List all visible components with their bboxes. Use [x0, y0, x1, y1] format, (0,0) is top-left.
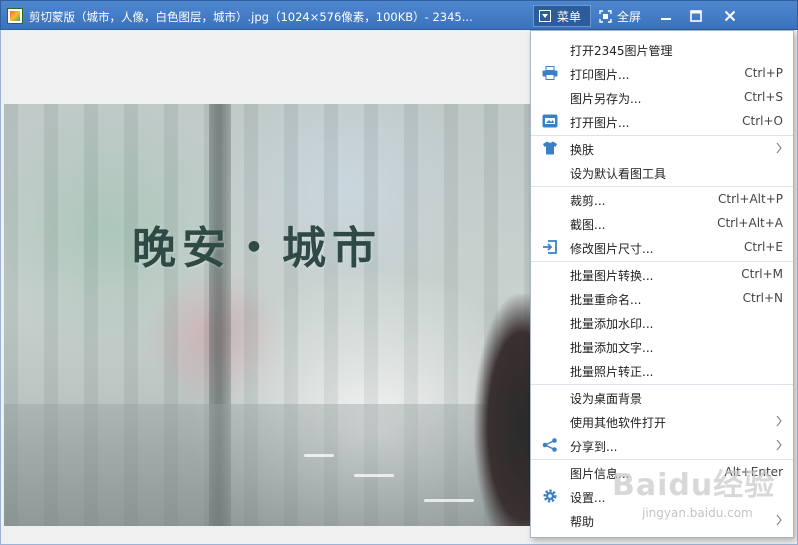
menu-item-open-image[interactable]: 打开图片... Ctrl+O — [531, 110, 793, 132]
gear-icon — [541, 488, 559, 504]
resize-icon — [541, 239, 559, 255]
menu-item-label: 批量添加文字... — [570, 341, 654, 355]
tshirt-icon — [541, 140, 559, 156]
menu-item-batch-rename[interactable]: 批量重命名... Ctrl+N — [531, 287, 793, 309]
menu-item-label: 打开图片... — [570, 116, 630, 130]
displayed-photo: 晚安・城市 — [4, 104, 532, 526]
menu-item-share[interactable]: 分享到... — [531, 434, 793, 456]
menu-item-label: 批量重命名... — [570, 293, 642, 307]
menu-item-open-manager[interactable]: 打开2345图片管理 — [531, 38, 793, 60]
menu-item-shortcut: Ctrl+P — [744, 66, 783, 80]
menu-item-label: 分享到... — [570, 440, 618, 454]
minimize-button[interactable] — [651, 5, 681, 27]
menu-item-label: 设置... — [570, 491, 606, 505]
menu-item-label: 截图... — [570, 218, 606, 232]
printer-icon — [541, 65, 559, 81]
menu-button-label: 菜单 — [557, 9, 582, 24]
menu-item-resize[interactable]: 修改图片尺寸... Ctrl+E — [531, 236, 793, 258]
photo-hand-silhouette — [474, 294, 532, 526]
menu-item-shortcut: Ctrl+E — [744, 240, 783, 254]
app-icon — [7, 8, 23, 24]
menu-item-print[interactable]: 打印图片... Ctrl+P — [531, 62, 793, 84]
menu-item-label: 批量添加水印... — [570, 317, 654, 331]
fullscreen-button-label: 全屏 — [617, 9, 642, 24]
menu-separator — [531, 459, 793, 460]
menu-item-label: 打开2345图片管理 — [570, 44, 673, 58]
minimize-icon — [661, 18, 671, 20]
close-icon — [724, 10, 736, 22]
menu-item-skin[interactable]: 换肤 — [531, 137, 793, 159]
menu-item-label: 图片另存为... — [570, 92, 642, 106]
title-bar[interactable]: 剪切蒙版（城市，人像，白色图层，城市）.jpg（1024×576像素，100KB… — [0, 0, 798, 30]
menu-item-image-info[interactable]: 图片信息... Alt+Enter — [531, 461, 793, 483]
light-streak — [424, 499, 474, 502]
submenu-arrow-icon — [776, 142, 782, 154]
photo-overlay-text: 晚安・城市 — [132, 223, 382, 274]
menu-item-save-as[interactable]: 图片另存为... Ctrl+S — [531, 86, 793, 108]
menu-separator — [531, 384, 793, 385]
menu-item-shortcut: Ctrl+N — [742, 291, 783, 305]
menu-item-shortcut: Ctrl+M — [741, 267, 783, 281]
menu-item-screenshot[interactable]: 截图... Ctrl+Alt+A — [531, 212, 793, 234]
menu-item-label: 批量图片转换... — [570, 269, 654, 283]
menu-item-shortcut: Ctrl+S — [743, 90, 783, 104]
menu-item-settings[interactable]: 设置... — [531, 485, 793, 507]
menu-item-label: 设为桌面背景 — [570, 392, 643, 406]
submenu-arrow-icon — [776, 514, 782, 526]
menu-item-open-with[interactable]: 使用其他软件打开 — [531, 410, 793, 432]
menu-item-label: 使用其他软件打开 — [570, 416, 667, 430]
share-icon — [541, 437, 559, 453]
menu-item-batch-rotate[interactable]: 批量照片转正... — [531, 359, 793, 381]
menu-item-crop[interactable]: 裁剪... Ctrl+Alt+P — [531, 188, 793, 210]
menu-separator — [531, 186, 793, 187]
open-image-icon — [541, 113, 559, 129]
menu-item-batch-watermark[interactable]: 批量添加水印... — [531, 311, 793, 333]
menu-item-set-default[interactable]: 设为默认看图工具 — [531, 161, 793, 183]
window-title: 剪切蒙版（城市，人像，白色图层，城市）.jpg（1024×576像素，100KB… — [29, 10, 473, 24]
menu-item-label: 图片信息... — [570, 467, 630, 481]
maximize-button[interactable] — [681, 5, 711, 27]
menu-item-batch-text[interactable]: 批量添加文字... — [531, 335, 793, 357]
context-menu: 打开2345图片管理 打印图片... Ctrl+P 图片另存为... Ctrl+… — [530, 30, 794, 538]
menu-item-help[interactable]: 帮助 — [531, 509, 793, 531]
menu-separator — [531, 135, 793, 136]
menu-item-label: 换肤 — [570, 143, 595, 157]
menu-item-label: 修改图片尺寸... — [570, 242, 654, 256]
menu-item-label: 帮助 — [570, 515, 595, 529]
submenu-arrow-icon — [776, 415, 782, 427]
light-streak — [304, 454, 334, 457]
menu-button[interactable]: 菜单 — [533, 5, 591, 27]
photo-road — [4, 404, 532, 526]
menu-item-set-wallpaper[interactable]: 设为桌面背景 — [531, 386, 793, 408]
menu-item-shortcut: Ctrl+Alt+P — [718, 192, 783, 206]
menu-item-label: 裁剪... — [570, 194, 606, 208]
menu-item-batch-convert[interactable]: 批量图片转换... Ctrl+M — [531, 263, 793, 285]
light-streak — [354, 474, 394, 477]
menu-separator — [531, 261, 793, 262]
maximize-icon — [690, 10, 702, 22]
menu-item-label: 设为默认看图工具 — [570, 167, 667, 181]
fullscreen-icon — [599, 9, 612, 23]
submenu-arrow-icon — [776, 439, 782, 451]
menu-item-shortcut: Ctrl+O — [742, 114, 783, 128]
fullscreen-button[interactable]: 全屏 — [597, 5, 649, 27]
menu-item-label: 打印图片... — [570, 68, 630, 82]
menu-item-shortcut: Alt+Enter — [724, 465, 783, 479]
close-button[interactable] — [715, 5, 745, 27]
menu-item-shortcut: Ctrl+Alt+A — [717, 216, 783, 230]
menu-item-label: 批量照片转正... — [570, 365, 654, 379]
menu-icon — [539, 10, 551, 22]
